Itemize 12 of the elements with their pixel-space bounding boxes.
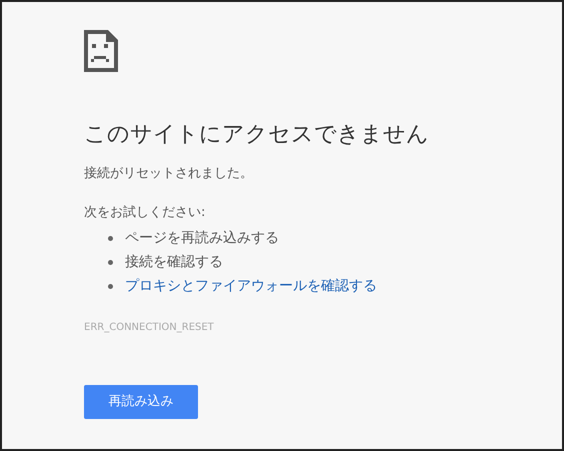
error-code: ERR_CONNECTION_RESET: [84, 321, 214, 335]
suggestion-text: 接続を確認する: [125, 252, 223, 272]
bullet-icon: [108, 260, 113, 264]
suggestion-text: ページを再読み込みする: [125, 228, 279, 248]
suggestion-link[interactable]: プロキシとファイアウォールを確認する: [125, 276, 377, 296]
reload-button[interactable]: 再読み込み: [84, 385, 198, 419]
bullet-icon: [108, 236, 113, 240]
error-message: 接続がリセットされました。: [84, 165, 253, 183]
bullet-icon: [108, 284, 113, 288]
error-title: このサイトにアクセスできません: [84, 121, 429, 149]
suggestions-heading: 次をお試しください:: [84, 204, 206, 222]
sad-page-icon: [84, 30, 118, 72]
